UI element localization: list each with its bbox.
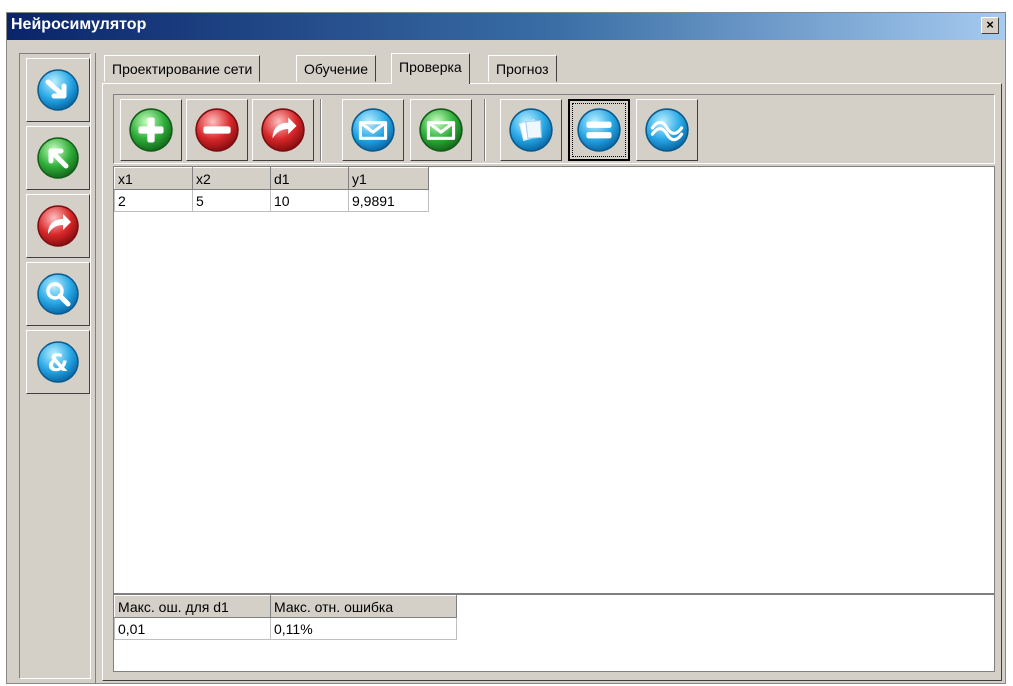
add-row-button[interactable] <box>120 99 182 161</box>
column-header[interactable]: x1 <box>114 167 193 190</box>
save-data-button[interactable] <box>410 99 472 161</box>
table-cell[interactable]: 2 <box>114 189 193 212</box>
redo-action-button[interactable] <box>252 99 314 161</box>
column-header[interactable]: d1 <box>270 167 349 190</box>
table-cell[interactable]: 5 <box>192 189 271 212</box>
left-toolbar: & <box>19 53 91 679</box>
table-cell[interactable]: 9,9891 <box>348 189 429 212</box>
main-content: Проектирование сети Обучение Проверка Пр… <box>95 53 1002 683</box>
data-table: x1 x2 d1 y1 2 5 10 9,9891 <box>114 167 429 212</box>
envelope-icon <box>351 108 395 152</box>
max-relative-error-value[interactable]: 0,11% <box>270 617 457 640</box>
close-icon: × <box>986 17 994 32</box>
wave-icon <box>645 108 689 152</box>
redo-arrow-icon <box>37 205 79 247</box>
app-window: Нейросимулятор × & Проектирование сети О… <box>6 12 1006 684</box>
combine-button[interactable]: & <box>26 330 90 394</box>
table-header-row: Макс. ош. для d1 Макс. отн. ошибка <box>114 595 457 618</box>
ampersand-icon: & <box>37 341 79 383</box>
max-error-value[interactable]: 0,01 <box>114 617 271 640</box>
search-button[interactable] <box>26 262 90 326</box>
table-header-row: x1 x2 d1 y1 <box>114 167 429 190</box>
tab-panel-testing: x1 x2 d1 y1 2 5 10 9,9891 Макс. ош. для … <box>102 83 1002 681</box>
tab-label: Прогноз <box>496 61 549 77</box>
navigate-back-button[interactable] <box>26 126 90 190</box>
redo-button[interactable] <box>26 194 90 258</box>
tab-testing[interactable]: Проверка <box>391 53 470 84</box>
test-data-grid[interactable]: x1 x2 d1 y1 2 5 10 9,9891 <box>113 166 995 594</box>
tab-training[interactable]: Обучение <box>296 55 377 82</box>
tab-label: Проверка <box>399 59 462 75</box>
tab-forecast[interactable]: Прогноз <box>488 55 557 82</box>
table-row: 0,01 0,11% <box>114 617 457 640</box>
toolbar-separator <box>320 99 322 161</box>
minus-icon <box>195 108 239 152</box>
navigate-forward-button[interactable] <box>26 58 90 122</box>
title-bar[interactable]: Нейросимулятор × <box>7 13 1005 40</box>
arrow-down-right-icon <box>37 69 79 111</box>
column-header[interactable]: x2 <box>192 167 271 190</box>
calculate-button[interactable] <box>568 99 630 161</box>
tab-label: Обучение <box>304 61 369 77</box>
magnifier-icon <box>37 273 79 315</box>
copy-button[interactable] <box>500 99 562 161</box>
column-header[interactable]: y1 <box>348 167 429 190</box>
pages-icon <box>509 108 553 152</box>
table-row: 2 5 10 9,9891 <box>114 189 429 212</box>
plus-icon <box>129 108 173 152</box>
redo-arrow-icon <box>261 108 305 152</box>
tab-label: Проектирование сети <box>112 61 253 77</box>
close-button[interactable]: × <box>981 17 999 34</box>
svg-text:&: & <box>48 349 69 377</box>
graph-button[interactable] <box>636 99 698 161</box>
toolbar-separator <box>484 99 486 161</box>
envelope-icon <box>419 108 463 152</box>
testing-toolbar <box>113 94 995 164</box>
window-title: Нейросимулятор <box>11 16 147 33</box>
column-header[interactable]: Макс. ош. для d1 <box>114 595 271 618</box>
error-summary-grid[interactable]: Макс. ош. для d1 Макс. отн. ошибка 0,01 … <box>113 594 995 672</box>
delete-row-button[interactable] <box>186 99 248 161</box>
summary-table: Макс. ош. для d1 Макс. отн. ошибка 0,01 … <box>114 595 457 640</box>
table-cell[interactable]: 10 <box>270 189 349 212</box>
tab-network-design[interactable]: Проектирование сети <box>104 55 261 82</box>
arrow-up-left-icon <box>37 137 79 179</box>
load-data-button[interactable] <box>342 99 404 161</box>
column-header[interactable]: Макс. отн. ошибка <box>270 595 457 618</box>
equals-icon <box>577 108 621 152</box>
